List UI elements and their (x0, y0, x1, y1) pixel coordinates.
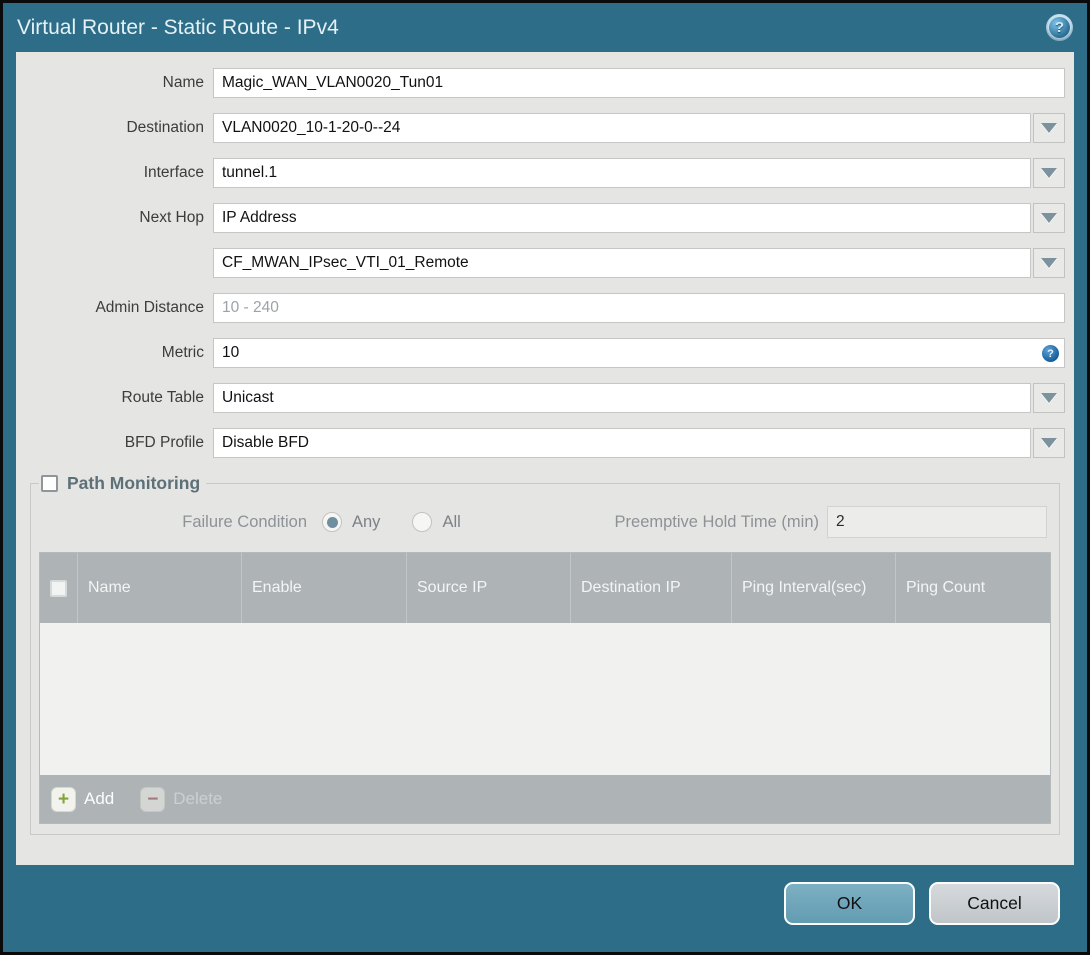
preemptive-hold-time-input[interactable] (827, 506, 1047, 538)
destination-input[interactable] (213, 113, 1031, 143)
radio-unselected-icon (412, 512, 433, 532)
ok-button[interactable]: OK (784, 882, 915, 925)
chevron-down-icon (1041, 438, 1057, 448)
column-header-ping-count[interactable]: Ping Count (895, 553, 1050, 623)
radio-selected-icon (322, 512, 342, 532)
failure-condition-all-radio[interactable]: All (412, 512, 461, 532)
table-header-row: Name Enable Source IP Destination IP Pin… (40, 553, 1050, 623)
metric-help-icon[interactable]: ? (1042, 345, 1059, 362)
bfd-profile-row: BFD Profile (16, 428, 1074, 458)
name-input[interactable] (213, 68, 1065, 98)
metric-input[interactable] (213, 338, 1065, 368)
destination-row: Destination (16, 113, 1074, 143)
path-monitoring-table: Name Enable Source IP Destination IP Pin… (39, 552, 1051, 824)
route-table-dropdown-button[interactable] (1033, 383, 1065, 413)
column-header-destination-ip[interactable]: Destination IP (570, 553, 731, 623)
chevron-down-icon (1041, 213, 1057, 223)
chevron-down-icon (1041, 258, 1057, 268)
dialog-window: Virtual Router - Static Route - IPv4 ? N… (0, 0, 1090, 955)
metric-row: Metric ? (16, 338, 1074, 368)
dialog-title: Virtual Router - Static Route - IPv4 (17, 15, 339, 39)
route-table-label: Route Table (121, 389, 204, 406)
admin-distance-input[interactable] (213, 293, 1065, 323)
column-header-name[interactable]: Name (77, 553, 241, 623)
next-hop-dropdown-button[interactable] (1033, 203, 1065, 233)
radio-any-label: Any (352, 512, 381, 531)
table-body-empty (40, 623, 1050, 775)
failure-condition-label: Failure Condition (182, 512, 307, 531)
delete-button[interactable]: − Delete (140, 786, 223, 812)
column-header-source-ip[interactable]: Source IP (406, 553, 570, 623)
preemptive-hold-time-label: Preemptive Hold Time (min) (614, 512, 819, 531)
column-header-enable[interactable]: Enable (241, 553, 406, 623)
destination-dropdown-button[interactable] (1033, 113, 1065, 143)
table-header-select-all (40, 553, 77, 623)
path-monitoring-checkbox[interactable] (41, 475, 58, 492)
failure-condition-any-radio[interactable]: Any (322, 512, 380, 532)
bfd-profile-dropdown-button[interactable] (1033, 428, 1065, 458)
destination-label: Destination (126, 119, 204, 136)
next-hop-address-input[interactable] (213, 248, 1031, 278)
delete-button-label: Delete (173, 789, 223, 808)
chevron-down-icon (1041, 168, 1057, 178)
dialog-footer: OK Cancel (3, 865, 1087, 952)
route-table-input[interactable] (213, 383, 1031, 413)
path-monitoring-title: Path Monitoring (67, 473, 201, 493)
name-row: Name (16, 68, 1074, 98)
name-label: Name (162, 74, 204, 91)
dialog-titlebar: Virtual Router - Static Route - IPv4 ? (3, 3, 1087, 52)
metric-label: Metric (161, 344, 204, 361)
next-hop-row: Next Hop (16, 203, 1074, 233)
next-hop-address-dropdown-button[interactable] (1033, 248, 1065, 278)
interface-dropdown-button[interactable] (1033, 158, 1065, 188)
next-hop-label: Next Hop (139, 209, 204, 226)
next-hop-address-row (16, 248, 1074, 278)
interface-input[interactable] (213, 158, 1031, 188)
admin-distance-label: Admin Distance (95, 299, 204, 316)
add-icon: + (51, 786, 76, 812)
delete-icon: − (140, 786, 166, 812)
add-button-label: Add (84, 789, 115, 808)
failure-condition-row: Failure Condition Any All Preemptive Hol… (39, 494, 1051, 552)
column-header-ping-interval[interactable]: Ping Interval(sec) (731, 553, 895, 623)
help-icon[interactable]: ? (1046, 14, 1073, 41)
path-monitoring-section: Path Monitoring Failure Condition Any Al… (30, 473, 1060, 835)
bfd-profile-input[interactable] (213, 428, 1031, 458)
chevron-down-icon (1041, 123, 1057, 133)
admin-distance-row: Admin Distance (16, 293, 1074, 323)
route-table-row: Route Table (16, 383, 1074, 413)
radio-all-label: All (442, 512, 461, 531)
chevron-down-icon (1041, 393, 1057, 403)
next-hop-type-input[interactable] (213, 203, 1031, 233)
dialog-content: Name Destination Interface (16, 52, 1074, 865)
bfd-profile-label: BFD Profile (124, 434, 204, 451)
path-monitoring-legend: Path Monitoring (39, 473, 206, 494)
interface-row: Interface (16, 158, 1074, 188)
select-all-checkbox[interactable] (50, 579, 67, 597)
add-button[interactable]: + Add (51, 786, 115, 812)
cancel-button[interactable]: Cancel (929, 882, 1060, 925)
interface-label: Interface (143, 164, 204, 181)
table-toolbar: + Add − Delete (40, 775, 1050, 823)
